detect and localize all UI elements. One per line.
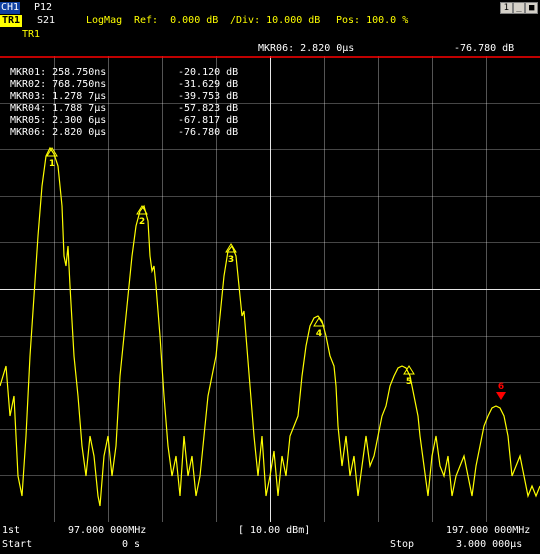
format-label[interactable]: LogMag	[86, 15, 122, 27]
stop-label: Stop	[390, 539, 415, 550]
channel-label: CH1	[0, 2, 20, 13]
trace-name: TR1	[22, 29, 41, 40]
pos-label[interactable]: Pos: 100.0 %	[336, 15, 408, 27]
ref-label[interactable]: Ref: 0.000 dB	[134, 15, 218, 27]
footer-1st: 1st	[2, 525, 21, 536]
marker-number: 5	[406, 377, 412, 387]
marker-triangle-icon	[496, 392, 506, 400]
start-time[interactable]: 0 s	[122, 539, 140, 551]
marker-row-4: MKR04: 1.788 7μs -57.823 dB	[10, 103, 239, 114]
stop-time[interactable]: 3.000 000μs	[456, 539, 522, 551]
marker-symbols: 1 2 3 4 5 6	[46, 147, 506, 400]
marker-row-2: MKR02: 768.750ns -31.629 dB	[10, 79, 239, 90]
channel-badge[interactable]: CH1	[0, 2, 20, 14]
network-analyzer-screen: CH1 P12 1 _ ■ TR1 S21 LogMag Ref: 0.000 …	[0, 0, 540, 554]
marker-row-1: MKR01: 258.750ns -20.120 dB	[10, 67, 239, 78]
power-level[interactable]: [ 10.00 dBm]	[238, 525, 310, 537]
marker-row-3: MKR03: 1.278 7μs -39.753 dB	[10, 91, 239, 102]
active-marker-label: MKR06: 2.820 0μs	[258, 43, 355, 54]
minimize-icon[interactable]: _	[512, 2, 526, 14]
window-box-icon[interactable]: ■	[525, 2, 539, 14]
marker-number: 2	[139, 217, 145, 227]
trace-badge[interactable]: TR1	[0, 15, 22, 27]
trace-label: TR1	[1, 15, 21, 26]
active-marker-value: -76.780 dB	[454, 43, 515, 54]
marker-number: 3	[228, 255, 234, 265]
marker-row-6: MKR06: 2.820 0μs -76.780 dB	[10, 127, 239, 138]
window-controls: 1 _ ■	[500, 2, 539, 14]
marker-number: 6	[498, 382, 504, 392]
marker-row-5: MKR05: 2.300 6μs -67.817 dB	[10, 115, 239, 126]
div-label[interactable]: /Div: 10.000 dB	[230, 15, 320, 27]
marker-number: 1	[49, 159, 55, 169]
start-label: Start	[2, 539, 33, 550]
marker-number: 4	[316, 329, 322, 339]
footer-bar: 1st 97.000 000MHz [ 10.00 dBm] 197.000 0…	[0, 522, 540, 554]
param-label: P12	[34, 2, 53, 13]
marker-table: MKR01: 258.750ns -20.120 dB MKR02: 768.75…	[10, 67, 239, 139]
sparam-label[interactable]: S21	[37, 15, 55, 27]
start-frequency[interactable]: 97.000 000MHz	[68, 525, 146, 537]
window-number-button[interactable]: 1	[500, 2, 513, 14]
stop-frequency[interactable]: 197.000 000MHz	[446, 525, 530, 537]
